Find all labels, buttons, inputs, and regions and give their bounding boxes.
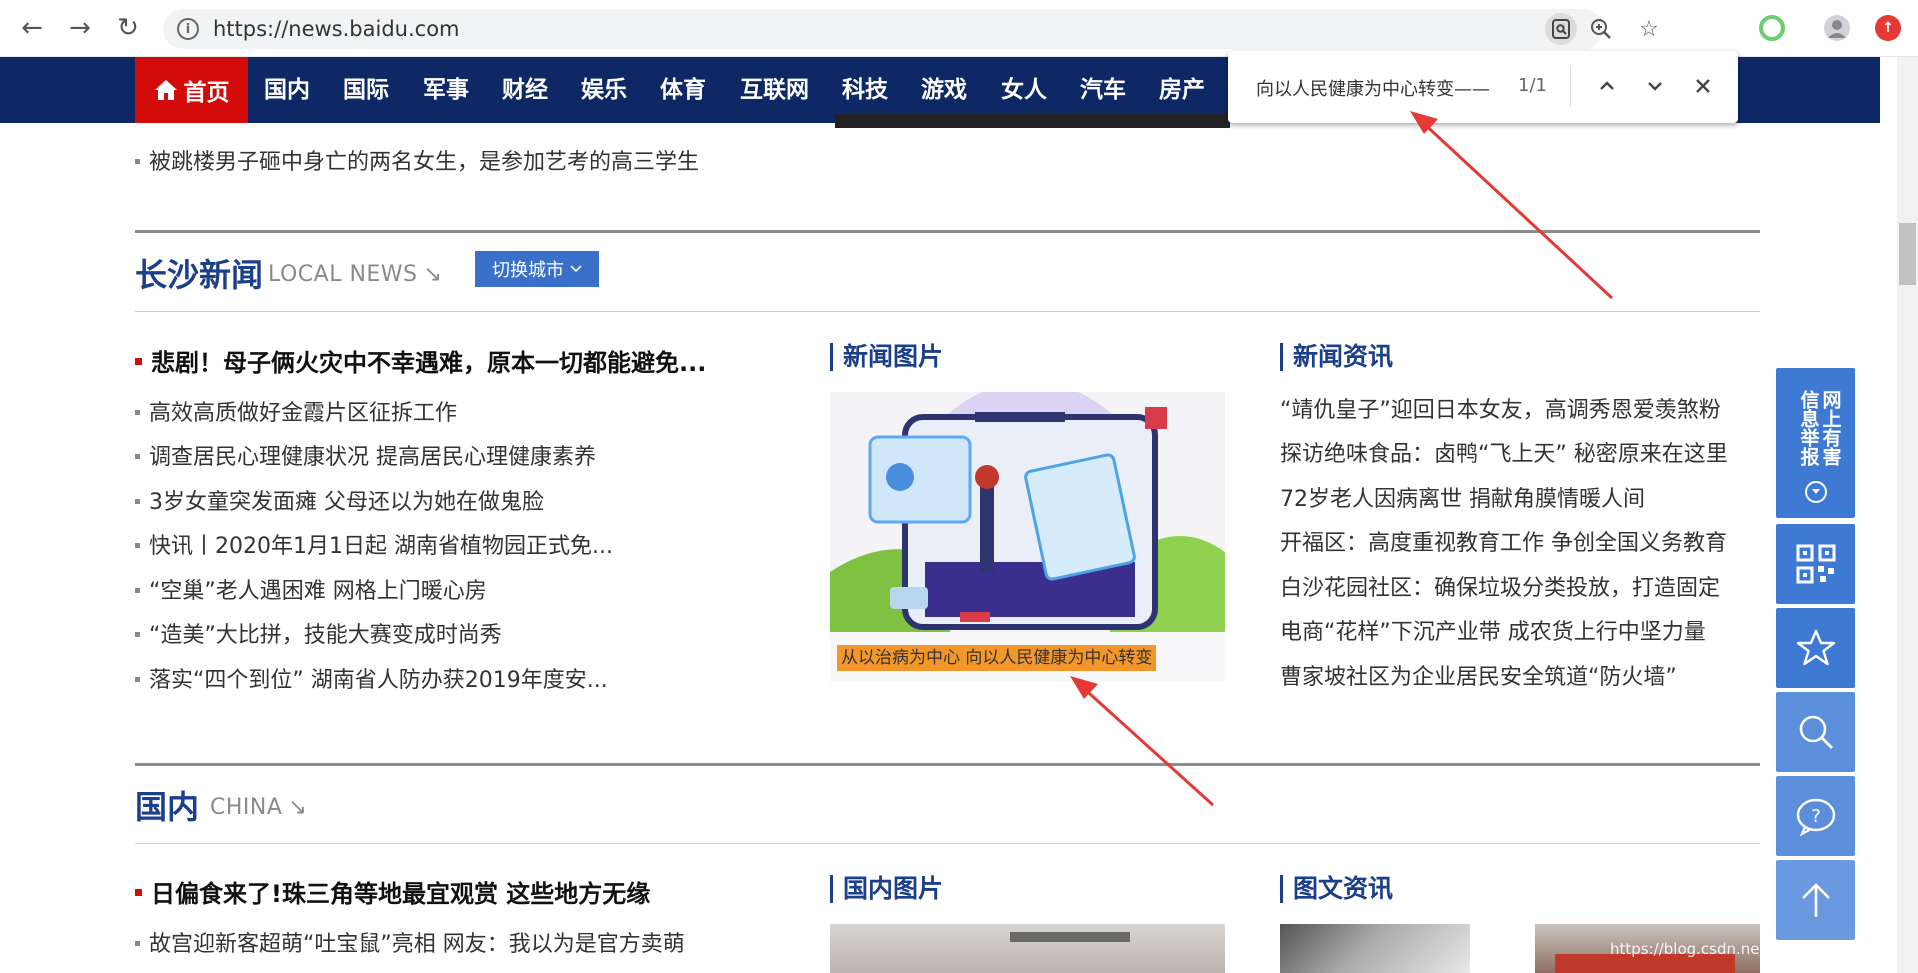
local-news-subtitle: LOCAL NEWS ↘ [268,262,442,287]
report-label: 网上有害信息举报 [1797,390,1842,466]
site-info-icon[interactable]: i [177,18,199,40]
news-info-item[interactable]: 72岁老人因病离世 捐献角膜情暖人间 [1280,481,1645,513]
list-item[interactable]: 3岁女童突发面瘫 父母还以为她在做鬼脸 [135,484,544,516]
back-to-top-button[interactable] [1776,860,1855,940]
news-photo[interactable] [830,382,1225,682]
china-section-title[interactable]: 国内 [135,782,199,828]
scrollbar-thumb[interactable] [1899,223,1916,285]
qr-code-button[interactable] [1776,524,1855,604]
url-text[interactable]: https://news.baidu.com [213,17,460,41]
favorite-button[interactable] [1776,608,1855,688]
search-page-icon[interactable] [1545,13,1577,45]
list-item[interactable]: 被跳楼男子砸中身亡的两名女生，是参加艺考的高三学生 [135,144,699,176]
nav-home-label: 首页 [183,80,230,106]
list-item[interactable]: 调查居民心理健康状况 提高居民心理健康素养 [135,439,596,471]
find-close-icon[interactable] [1688,71,1718,101]
nav-item-internet[interactable]: 互联网 [740,57,809,123]
news-info-item[interactable]: 白沙花园社区：确保垃圾分类投放，打造固定 [1280,570,1720,602]
forward-icon[interactable]: → [64,12,96,44]
nav-item-finance[interactable]: 财经 [502,57,548,123]
help-question-icon: ? [1796,798,1835,836]
section-divider-thin [135,311,1760,312]
list-item[interactable]: “空巢”老人遇困难 网格上门暖心房 [135,573,487,605]
zoom-icon[interactable] [1585,13,1617,45]
find-bar: 向以人民健康为中心转变—— 1/1 [1228,51,1738,123]
china-info-heading[interactable]: 图文资讯 [1280,875,1393,903]
nav-item-domestic[interactable]: 国内 [264,57,310,123]
info-thumb-1[interactable] [1280,924,1470,973]
news-info-heading[interactable]: 新闻资讯 [1280,343,1393,371]
arrow-se-icon: ↘ [423,262,443,287]
circle-down-icon [1804,481,1827,503]
lead-headline[interactable]: 日偏食来了!珠三角等地最宜观赏 这些地方无缘 [135,874,650,909]
news-info-item[interactable]: 探访绝味食品：卤鸭“飞上天” 秘密原来在这里 [1280,436,1728,468]
list-item[interactable]: 落实“四个到位” 湖南省人防办获2019年度安... [135,662,608,694]
list-item[interactable]: 高效高质做好金霞片区征拆工作 [135,395,457,427]
news-info-item[interactable]: 曹家坡社区为企业居民安全筑道“防火墙” [1280,659,1677,691]
nav-item-international[interactable]: 国际 [343,57,389,123]
news-info-item[interactable]: 电商“花样”下沉产业带 成农货上行中坚力量 [1280,614,1706,646]
china-photo-thumb[interactable] [830,924,1225,973]
nav-home-tab[interactable]: 首页 [135,57,248,123]
find-next-icon[interactable] [1640,71,1670,101]
section-divider [135,763,1760,766]
switch-city-label: 切换城市 [492,260,564,281]
news-photo-caption[interactable]: 从以治病为中心 向以人民健康为中心转变 [837,645,1157,671]
arrow-se-icon: ↘ [288,795,308,820]
report-harmful-info-button[interactable]: 网上有害信息举报 [1776,368,1855,518]
nav-item-military[interactable]: 军事 [423,57,469,123]
list-item[interactable]: “造美”大比拼，技能大赛变成时尚秀 [135,617,502,649]
find-prev-icon[interactable] [1592,71,1622,101]
section-divider [135,230,1760,233]
news-info-item[interactable]: 开福区：高度重视教育工作 争创全国义务教育 [1280,525,1727,557]
chevron-down-icon [570,265,582,273]
address-bar[interactable]: i https://news.baidu.com ☆ [163,9,1659,49]
cropped-image [835,114,1230,128]
section-divider-thin [135,843,1760,844]
china-section-subtitle: CHINA ↘ [210,795,307,820]
find-divider [1570,67,1571,107]
star-icon [1796,629,1835,666]
search-icon [1799,715,1833,749]
extension-icon[interactable] [1759,15,1785,41]
china-section-subtitle-text: CHINA [210,795,283,820]
list-item[interactable]: 快讯丨2020年1月1日起 湖南省植物园正式免... [135,528,613,560]
news-photo-heading[interactable]: 新闻图片 [830,343,943,371]
arrow-up-icon [1801,883,1830,917]
qr-code-icon [1796,544,1835,584]
nav-item-entertainment[interactable]: 娱乐 [581,57,627,123]
page-scrollbar[interactable] [1897,57,1918,973]
update-icon[interactable]: ↑ [1875,15,1901,41]
reload-icon[interactable]: ↻ [112,12,144,44]
home-icon [154,80,177,100]
switch-city-button[interactable]: 切换城市 [475,251,599,287]
browser-toolbar: ← → ↻ i https://news.baidu.com ☆ ↑ [0,0,1918,57]
back-icon[interactable]: ← [16,12,48,44]
china-photo-heading[interactable]: 国内图片 [830,875,943,903]
nav-item-sports[interactable]: 体育 [660,57,706,123]
find-query-input[interactable]: 向以人民健康为中心转变—— [1256,75,1490,101]
bookmark-star-icon[interactable]: ☆ [1633,13,1665,45]
list-item[interactable]: 故宫迎新客超萌“吐宝鼠”亮相 网友：我以为是官方卖萌 [135,926,685,958]
svg-text:?: ? [1811,806,1821,827]
local-news-subtitle-text: LOCAL NEWS [268,262,418,287]
profile-icon[interactable] [1824,15,1850,41]
find-match-count: 1/1 [1518,75,1547,96]
help-button[interactable]: ? [1776,776,1855,856]
local-news-title[interactable]: 长沙新闻 [135,250,263,296]
search-button[interactable] [1776,692,1855,772]
lead-headline[interactable]: 悲剧！母子俩火灾中不幸遇难，原本一切都能避免... [135,343,706,378]
news-info-item[interactable]: “靖仇皇子”迎回日本女友，高调秀恩爱羡煞粉 [1280,392,1721,424]
watermark-text: https://blog.csdn.net/weixin_42572... [1610,940,1889,958]
